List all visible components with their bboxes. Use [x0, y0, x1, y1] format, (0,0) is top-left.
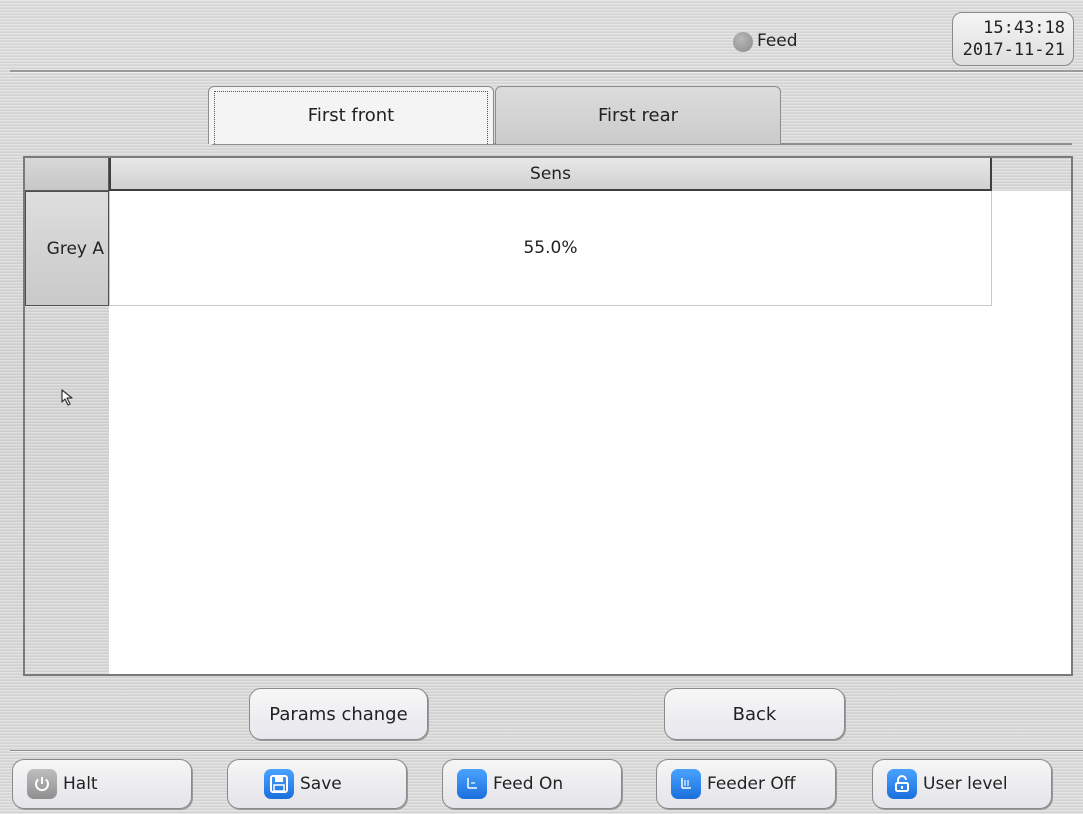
feed-on-label: Feed On — [493, 774, 564, 794]
tab-first-front[interactable]: First front — [208, 86, 494, 144]
table-corner-cell — [25, 158, 109, 191]
feeder-off-button[interactable]: Feeder Off — [656, 759, 836, 809]
row-header-grey-a: Grey A — [25, 191, 109, 306]
mouse-pointer-icon — [61, 389, 73, 406]
feed-on-button[interactable]: Feed On — [442, 759, 622, 809]
column-header-sens: Sens — [109, 158, 992, 191]
tab-focus-outline — [214, 91, 488, 144]
back-button[interactable]: Back — [664, 688, 845, 740]
clock-time: 15:43:18 — [983, 18, 1065, 38]
user-level-button[interactable]: User level — [872, 759, 1052, 809]
toolbar-divider — [10, 750, 1083, 752]
table-cell-sens-value[interactable]: 55.0% — [109, 191, 992, 306]
halt-label: Halt — [63, 774, 98, 794]
tab-first-rear[interactable]: First rear — [495, 86, 781, 144]
clock-date: 2017-11-21 — [962, 40, 1065, 60]
params-change-button[interactable]: Params change — [249, 688, 428, 740]
save-label: Save — [300, 774, 342, 794]
power-icon — [27, 769, 57, 799]
halt-button[interactable]: Halt — [12, 759, 192, 809]
tab-first-rear-label: First rear — [597, 105, 679, 126]
feed-on-icon — [457, 769, 487, 799]
user-level-label: User level — [923, 774, 1008, 794]
feeder-off-label: Feeder Off — [707, 774, 796, 794]
feed-status-indicator-icon — [733, 32, 753, 52]
clock-display: 15:43:18 2017-11-21 — [952, 12, 1074, 66]
feed-status-label: Feed — [757, 31, 798, 51]
feeder-off-icon — [671, 769, 701, 799]
unlock-icon — [887, 769, 917, 799]
floppy-disk-icon — [264, 769, 294, 799]
header-divider — [10, 70, 1083, 73]
save-button[interactable]: Save — [227, 759, 407, 809]
